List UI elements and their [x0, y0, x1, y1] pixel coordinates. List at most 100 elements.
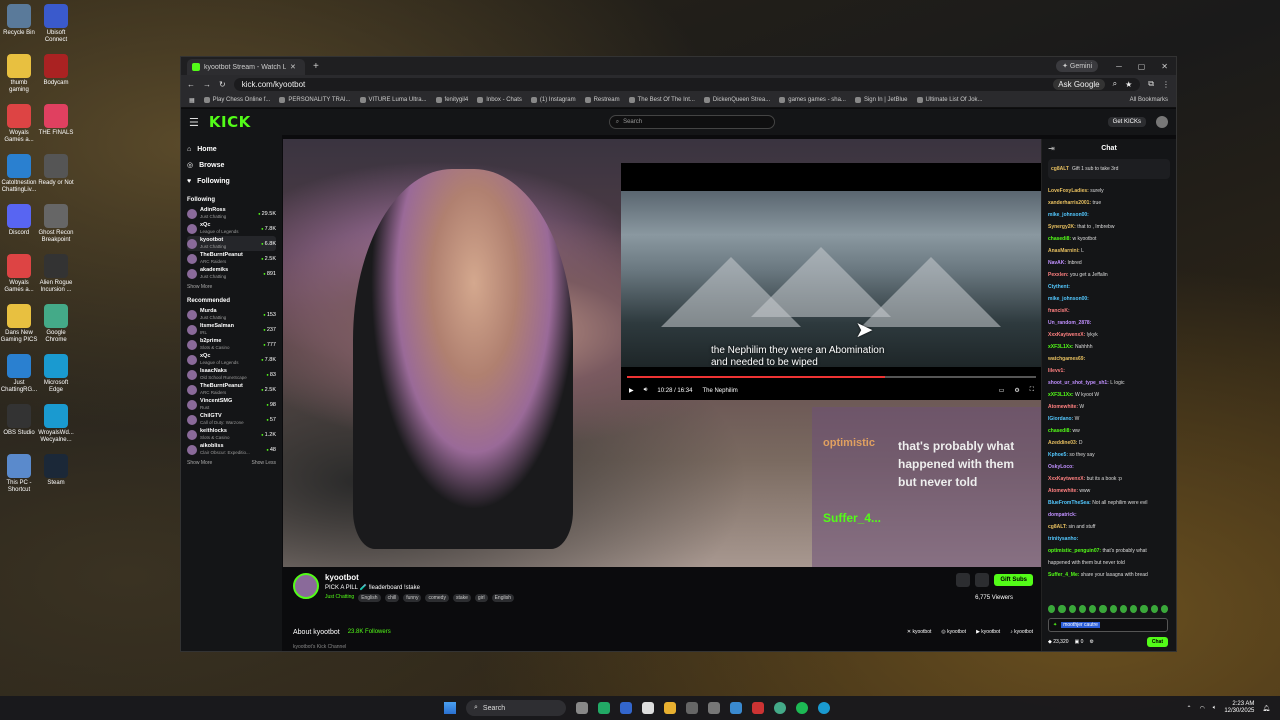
chat-username[interactable]: Suffer_4_Me: [1048, 572, 1079, 577]
pip-progress-bar[interactable] [627, 376, 1036, 378]
desktop-icon[interactable]: Alien Rogue Incursion ... [37, 254, 75, 294]
zoom-icon[interactable]: ⌕ [1113, 79, 1117, 89]
url-input[interactable]: kick.com/kyootbot Ask Google ⌕ ★ [233, 77, 1141, 91]
chat-username[interactable]: xXF3L1Xx: [1048, 344, 1074, 350]
xbox-icon[interactable] [598, 702, 610, 714]
social-link[interactable]: ✕ kyootbot [907, 629, 932, 636]
chat-username[interactable]: XxxKaytwenxX: [1048, 332, 1085, 338]
chat-send-button[interactable]: Chat [1146, 637, 1168, 647]
show-less-link[interactable]: Show Less [252, 460, 276, 466]
stream-tag[interactable]: funny [403, 594, 422, 602]
chat-username[interactable]: mike_johnson00: [1048, 212, 1089, 218]
channel-item[interactable]: akademiksJust Chatting 891 [187, 266, 276, 281]
spotify-icon[interactable] [796, 702, 808, 714]
chat-username[interactable]: OskyLoco: [1048, 464, 1074, 470]
menu-dots-icon[interactable]: ⋮ [1162, 80, 1170, 89]
streamer-avatar[interactable] [293, 573, 319, 599]
channel-item[interactable]: VincentSMGRust 98 [187, 397, 276, 412]
chat-username[interactable]: Atomewhite: [1048, 404, 1078, 410]
file-explorer-icon[interactable] [664, 702, 676, 714]
hamburger-icon[interactable]: ☰ [189, 116, 199, 129]
emote-icon[interactable]: ✦ [1053, 622, 1057, 628]
channel-item[interactable]: TheBurntPeanutARC Raiders 2.5K [187, 382, 276, 397]
chat-username[interactable]: AnasMarnini: [1048, 248, 1080, 254]
social-link[interactable]: ▶ kyootbot [976, 629, 1000, 636]
notification-icon[interactable]: 🔔︎ [1262, 705, 1270, 712]
browser-tab[interactable]: kyootbot Stream - Watch Li... ✕ [187, 59, 305, 75]
bookmark-item[interactable]: VITURE Luma Ultra... [359, 97, 427, 103]
desktop-icon[interactable]: Woyals Games a... [0, 254, 38, 294]
volume-icon[interactable]: 🔊︎ [644, 387, 648, 394]
chat-username[interactable]: watchgames69: [1048, 356, 1085, 362]
bookmark-star-icon[interactable]: ★ [1125, 80, 1132, 89]
extensions-icon[interactable]: ⧉ [1148, 79, 1154, 89]
play-icon[interactable]: ▶ [629, 387, 634, 394]
channel-item[interactable]: AdinRossJust Chatting 29.5K [187, 206, 276, 221]
show-more-recommended-link[interactable]: Show More [187, 460, 212, 466]
stream-tag[interactable]: chill [384, 594, 400, 602]
chat-username[interactable]: chasedi8: [1048, 428, 1071, 434]
desktop-icon[interactable]: OBS Studio [0, 404, 38, 437]
desktop-icon[interactable]: Ready or Not [37, 154, 75, 187]
channel-item[interactable]: aikoblissClair Obscur: Expeditio...48 [187, 442, 276, 457]
collapse-chat-icon[interactable]: ⇥ [1048, 144, 1055, 153]
pip-chapter[interactable]: The Nephilim [702, 388, 737, 394]
bookmark-item[interactable]: games games - sha... [779, 97, 846, 103]
social-link[interactable]: ♪ kyootbot [1010, 629, 1033, 636]
chat-username[interactable]: Un_random_2878: [1048, 320, 1091, 326]
settings-app-icon[interactable] [708, 702, 720, 714]
chat-username[interactable]: NavAK: [1048, 260, 1066, 266]
desktop-icon[interactable]: Ubisoft Connect [37, 4, 75, 44]
forward-icon[interactable]: → [203, 80, 211, 89]
channel-item[interactable]: kyootbotJust Chatting 6.8K [187, 236, 276, 251]
notify-bell-icon[interactable] [956, 573, 971, 587]
social-link[interactable]: ◎ kyootbot [941, 629, 966, 636]
apps-grid-icon[interactable]: ▦ [189, 97, 195, 104]
gift-subs-button[interactable]: Gift Subs [994, 574, 1033, 586]
new-tab-icon[interactable]: + [313, 61, 319, 72]
chat-username[interactable]: Pexxlen: [1048, 272, 1069, 278]
streamer-name[interactable]: kyootbot [325, 573, 359, 582]
stream-tag[interactable]: stake [452, 594, 471, 602]
show-more-link[interactable]: Show More [187, 284, 212, 290]
user-avatar[interactable] [1156, 116, 1168, 128]
gemini-button[interactable]: ✦ Gemini [1056, 60, 1099, 72]
stream-tag[interactable]: English [491, 594, 514, 602]
ask-google-button[interactable]: Ask Google [1053, 78, 1105, 90]
chat-username[interactable]: Ctythent: [1048, 284, 1070, 290]
emote-row[interactable] [1048, 605, 1168, 615]
desktop-icon[interactable]: Recycle Bin [0, 4, 38, 37]
chat-username[interactable]: dompatrick: [1048, 512, 1077, 518]
chat-input[interactable]: ✦ moothjer cautre [1048, 618, 1168, 632]
minimize-icon[interactable]: ─ [1116, 62, 1122, 71]
desktop-icon[interactable]: WroyalsWd... Wecyalne... [37, 404, 75, 444]
tab-close-icon[interactable]: ✕ [290, 63, 296, 71]
bookmark-item[interactable]: fenitygil4 [435, 97, 468, 103]
bookmark-item[interactable]: DickenQueen Strea... [703, 97, 770, 103]
channel-item[interactable]: xQcLeague of Legends7.8K [187, 352, 276, 367]
close-window-icon[interactable]: ✕ [1161, 62, 1168, 71]
edge-icon[interactable] [818, 702, 830, 714]
desktop-icon[interactable]: Steam [37, 454, 75, 487]
chat-settings-icon[interactable]: ⚙ [1089, 639, 1093, 645]
chat-username[interactable]: trinitysanho: [1048, 536, 1078, 542]
chat-username[interactable]: BlueFromTheSea: [1048, 500, 1091, 506]
back-icon[interactable]: ← [187, 80, 195, 89]
stream-tag[interactable]: comedy [425, 594, 449, 602]
chat-username[interactable]: francisK: [1048, 308, 1070, 314]
category-link[interactable]: Just Chatting [325, 594, 354, 602]
channel-item[interactable]: TheBurntPeanutARC Raiders 2.5K [187, 251, 276, 266]
nav-home[interactable]: ⌂ Home [187, 141, 276, 157]
chat-username[interactable]: LoveFoxyLadies: [1048, 188, 1089, 194]
stream-tag[interactable]: girl [474, 594, 488, 602]
app-icon[interactable] [752, 702, 764, 714]
desktop-icon[interactable]: Woyals Games a... [0, 104, 38, 144]
volume-tray-icon[interactable]: 🔈︎ [1213, 705, 1217, 712]
calculator-icon[interactable] [686, 702, 698, 714]
channel-item[interactable]: keithlocksSlots & Casino 1.2K [187, 427, 276, 442]
pinned-message[interactable]: cg8ALT Gift 1 sub to take 3rd [1048, 159, 1170, 179]
desktop-icon[interactable]: Microsoft Edge [37, 354, 75, 394]
follow-heart-icon[interactable] [975, 573, 990, 587]
desktop-icon[interactable]: This PC - Shortcut [0, 454, 38, 494]
bookmark-item[interactable]: Inbox - Chats [477, 97, 522, 103]
